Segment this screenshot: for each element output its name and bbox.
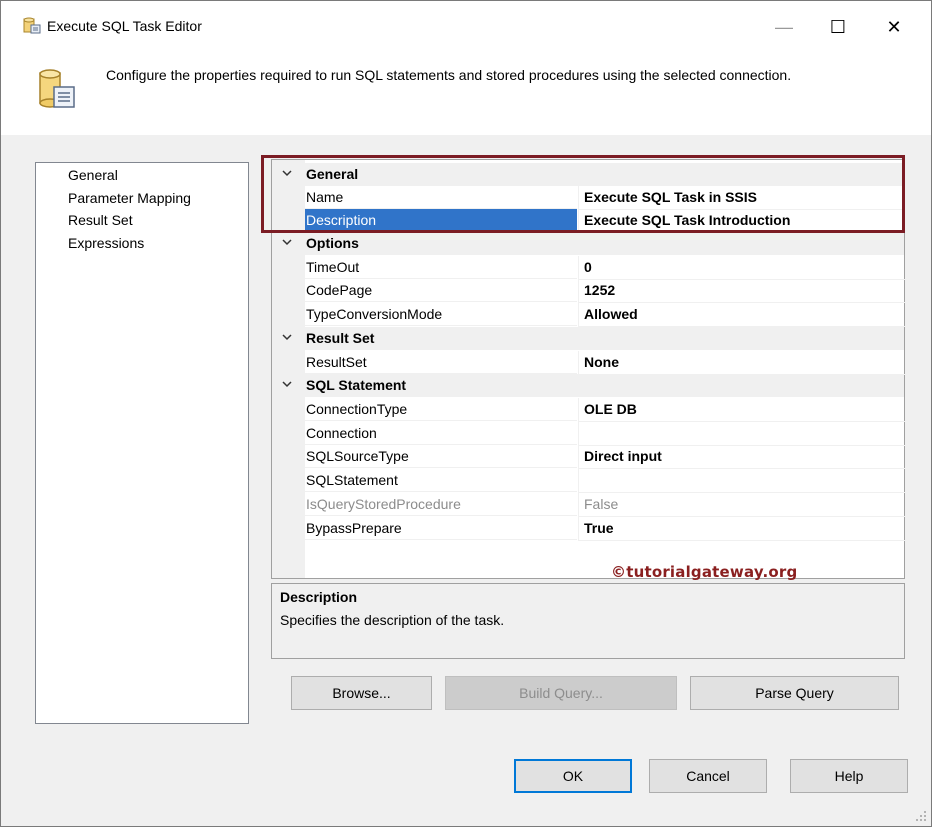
category-label: Options — [306, 235, 359, 251]
category-label: Result Set — [306, 330, 375, 346]
nav-item-general[interactable]: General — [68, 165, 118, 185]
header-description: Configure the properties required to run… — [106, 67, 792, 83]
task-editor-icon — [23, 17, 41, 34]
property-value[interactable]: True — [584, 517, 614, 540]
window-title: Execute SQL Task Editor — [47, 18, 202, 34]
description-panel-text: Specifies the description of the task. — [280, 612, 505, 628]
description-panel-title: Description — [280, 589, 358, 605]
property-row-codepage[interactable]: CodePage 1252 — [272, 279, 905, 303]
property-value[interactable]: Allowed — [584, 303, 638, 326]
property-row-connectiontype[interactable]: ConnectionType OLE DB — [272, 398, 905, 422]
page-navigation-list: General Parameter Mapping Result Set Exp… — [35, 162, 249, 724]
property-value[interactable]: 0 — [584, 256, 592, 279]
property-name: SQLStatement — [306, 472, 398, 488]
property-row-bypassprepare[interactable]: BypassPrepare True — [272, 517, 905, 541]
build-query-button: Build Query... — [445, 676, 677, 710]
close-button[interactable]: ✕ — [871, 9, 917, 45]
category-sql-statement[interactable]: SQL Statement — [272, 374, 904, 397]
dialog-content: Configure the properties required to run… — [1, 51, 931, 826]
property-name: TimeOut — [306, 259, 360, 275]
category-label: SQL Statement — [306, 377, 407, 393]
nav-item-parameter-mapping[interactable]: Parameter Mapping — [68, 188, 191, 208]
watermark-text: ©tutorialgateway.org — [611, 563, 798, 581]
property-name: TypeConversionMode — [306, 306, 443, 322]
property-value[interactable]: OLE DB — [584, 398, 637, 421]
property-row-resultset[interactable]: ResultSet None — [272, 351, 905, 375]
category-result-set[interactable]: Result Set — [272, 327, 904, 350]
title-bar: Execute SQL Task Editor — ☐ ✕ — [1, 1, 931, 51]
chevron-down-icon[interactable] — [281, 236, 293, 248]
chevron-down-icon[interactable] — [281, 331, 293, 343]
property-value[interactable]: Direct input — [584, 445, 662, 468]
property-value[interactable]: None — [584, 351, 619, 374]
property-row-typeconversionmode[interactable]: TypeConversionMode Allowed — [272, 303, 905, 327]
property-name: ResultSet — [306, 354, 367, 370]
parse-query-button[interactable]: Parse Query — [690, 676, 899, 710]
help-button[interactable]: Help — [790, 759, 908, 793]
task-editor-icon — [39, 69, 75, 108]
property-name: SQLSourceType — [306, 448, 409, 464]
ok-button[interactable]: OK — [514, 759, 632, 793]
property-name: Connection — [306, 425, 377, 441]
property-name: ConnectionType — [306, 401, 408, 417]
property-row-isquerystoredprocedure: IsQueryStoredProcedure False — [272, 493, 905, 517]
property-name: BypassPrepare — [306, 520, 402, 536]
property-row-sqlstatement[interactable]: SQLStatement — [272, 469, 905, 493]
description-panel: Description Specifies the description of… — [271, 583, 905, 659]
property-row-timeout[interactable]: TimeOut 0 — [272, 256, 905, 280]
property-name: CodePage — [306, 282, 373, 298]
property-row-sqlsourcetype[interactable]: SQLSourceType Direct input — [272, 445, 905, 469]
chevron-down-icon[interactable] — [281, 378, 293, 390]
maximize-button[interactable]: ☐ — [815, 9, 861, 45]
category-options[interactable]: Options — [272, 232, 904, 255]
header-band: Configure the properties required to run… — [1, 51, 931, 135]
execute-sql-task-editor-window: Execute SQL Task Editor — ☐ ✕ Configure … — [0, 0, 932, 827]
minimize-button[interactable]: — — [761, 9, 807, 45]
highlight-annotation-box — [261, 155, 905, 233]
nav-item-result-set[interactable]: Result Set — [68, 210, 133, 230]
nav-item-expressions[interactable]: Expressions — [68, 233, 144, 253]
property-value[interactable]: 1252 — [584, 279, 615, 302]
property-row-connection[interactable]: Connection — [272, 422, 905, 446]
resize-grip-icon[interactable] — [915, 810, 927, 822]
browse-button[interactable]: Browse... — [291, 676, 432, 710]
cancel-button[interactable]: Cancel — [649, 759, 767, 793]
property-name: IsQueryStoredProcedure — [306, 496, 461, 512]
property-value: False — [584, 496, 619, 512]
